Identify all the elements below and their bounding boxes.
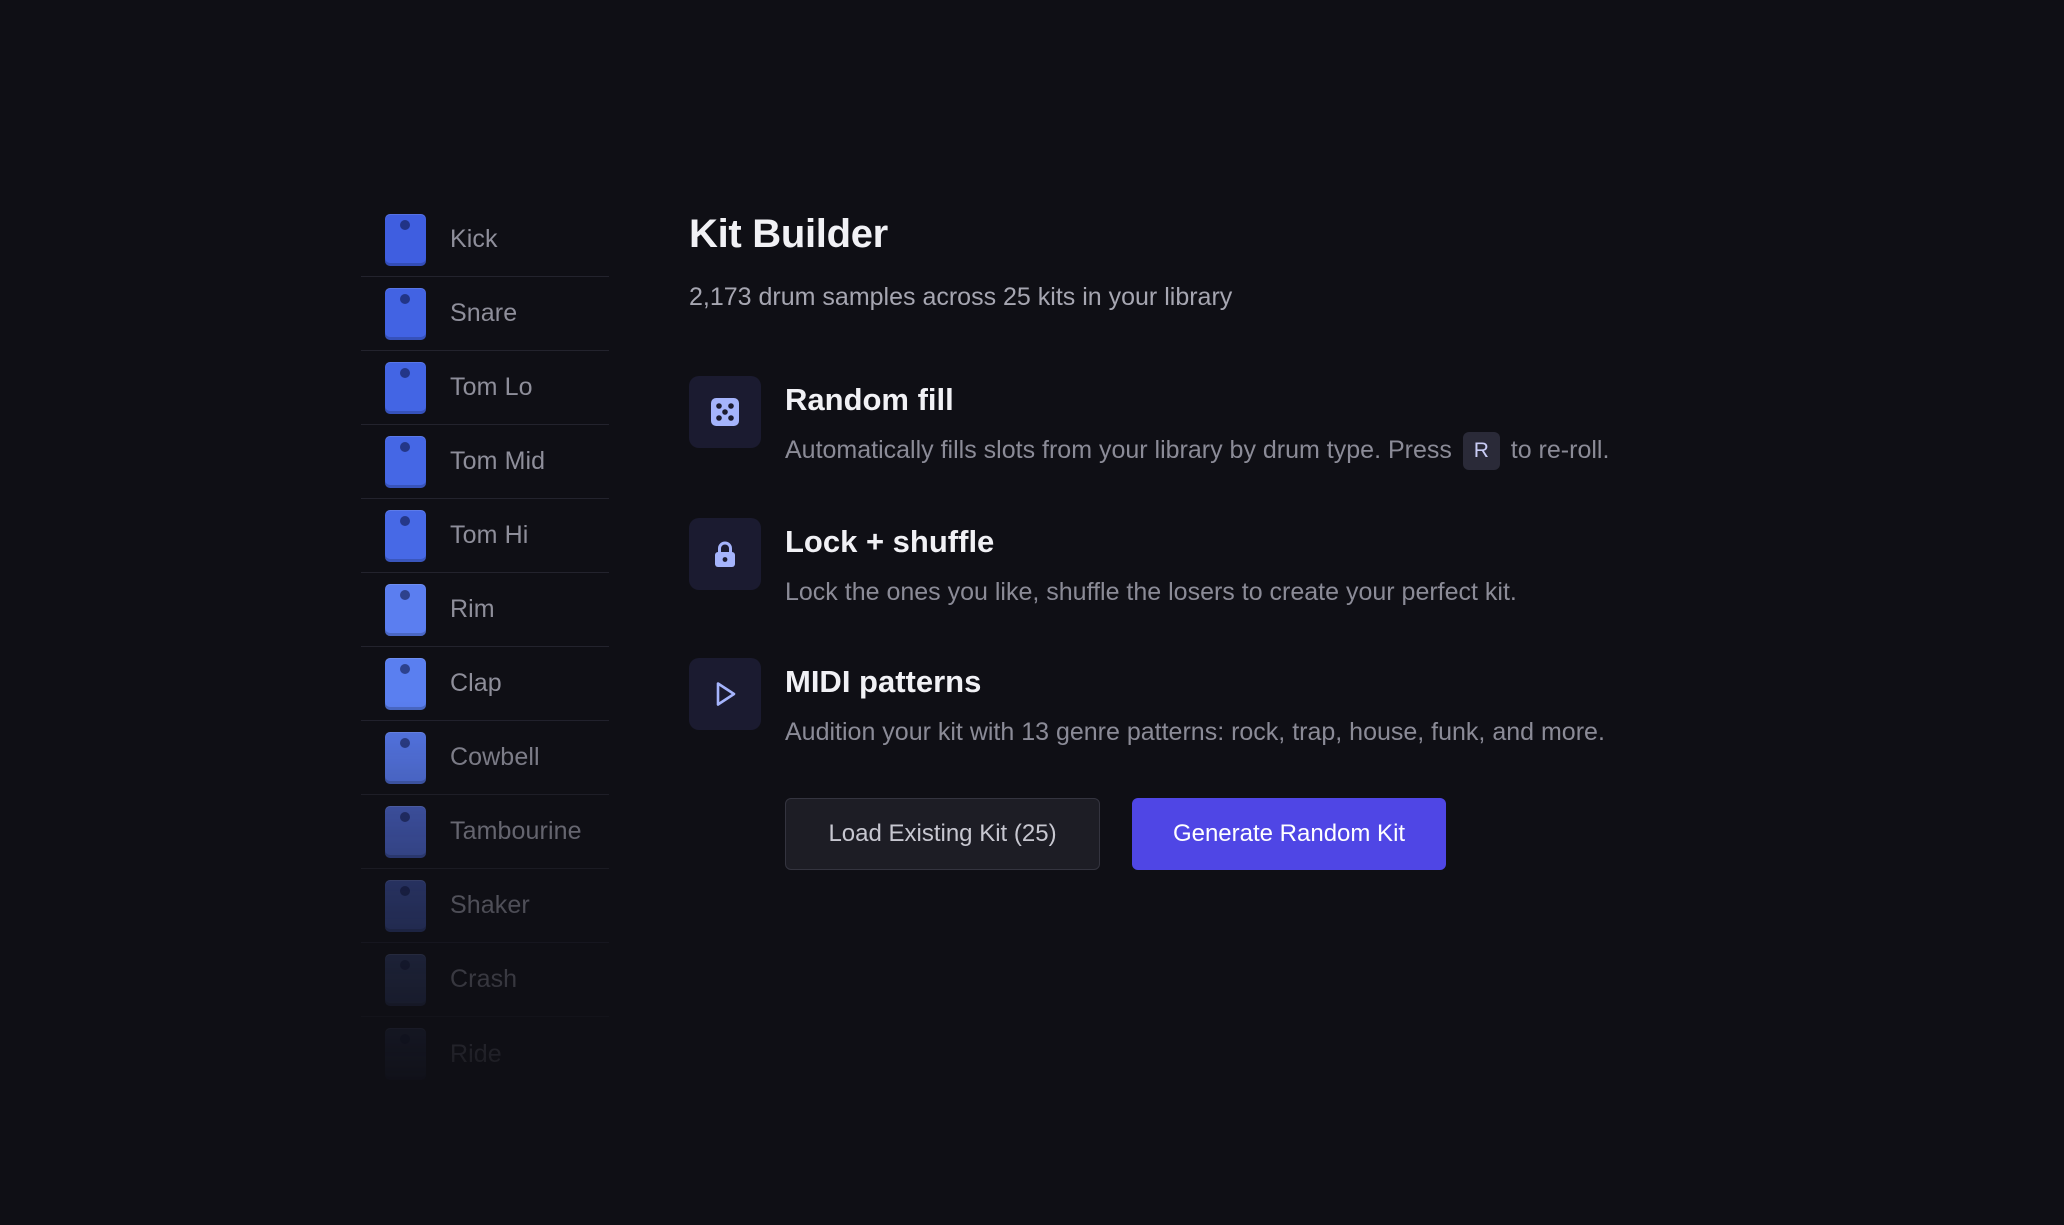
- drum-slot-tom-hi[interactable]: Tom Hi: [361, 499, 609, 573]
- drum-slot-label: Snare: [450, 299, 518, 327]
- pad-dot: [400, 663, 410, 674]
- feature-random-fill: Random fill Automatically fills slots fr…: [689, 376, 1789, 471]
- dice-icon: [689, 376, 761, 448]
- drum-pad[interactable]: [385, 435, 426, 488]
- drum-pad[interactable]: [385, 879, 426, 932]
- drum-pad[interactable]: [385, 213, 426, 266]
- drum-slot-shaker[interactable]: Shaker: [361, 869, 609, 943]
- pad-dot: [400, 589, 410, 600]
- generate-random-kit-button[interactable]: Generate Random Kit: [1132, 798, 1446, 871]
- drum-slot-crash[interactable]: Crash: [361, 943, 609, 1017]
- drum-slot-label: Tom Hi: [450, 521, 529, 549]
- pad-dot: [400, 1034, 410, 1044]
- drum-slot-label: Kick: [450, 225, 498, 253]
- drum-slot-clap[interactable]: Clap: [361, 647, 609, 721]
- drum-slot-label: Shaker: [450, 891, 530, 919]
- drum-slot-tom-mid[interactable]: Tom Mid: [361, 425, 609, 499]
- drum-slot-label: Crash: [450, 965, 518, 993]
- drum-pad[interactable]: [385, 361, 426, 414]
- drum-slot-list: Kick Snare Tom Lo Tom Mid Tom Hi Rim Cla…: [361, 203, 609, 1091]
- page-title: Kit Builder: [689, 212, 888, 256]
- drum-slot-label: Tom Lo: [450, 373, 533, 401]
- load-existing-kit-button[interactable]: Load Existing Kit (25): [785, 798, 1100, 871]
- drum-pad[interactable]: [385, 509, 426, 562]
- feature-list: Random fill Automatically fills slots fr…: [689, 376, 1789, 750]
- feature-title: Lock + shuffle: [785, 524, 995, 560]
- pad-dot: [400, 811, 410, 822]
- play-icon-graphic: [716, 682, 736, 707]
- drum-slot-cowbell[interactable]: Cowbell: [361, 721, 609, 795]
- drum-slot-label: Ride: [450, 1039, 502, 1068]
- drum-pad[interactable]: [385, 953, 426, 1006]
- action-bar: Load Existing Kit (25) Generate Random K…: [785, 798, 1789, 871]
- drum-slot-label: Rim: [450, 595, 495, 623]
- drum-slot-tom-lo[interactable]: Tom Lo: [361, 351, 609, 425]
- drum-pad[interactable]: [385, 1028, 426, 1080]
- drum-slot-tambourine[interactable]: Tambourine: [361, 795, 609, 869]
- drum-slot-label: Clap: [450, 669, 502, 697]
- pad-dot: [400, 219, 410, 230]
- pad-dot: [400, 441, 410, 452]
- drum-slot-label: Tom Mid: [450, 447, 546, 475]
- lock-icon: [689, 518, 761, 591]
- drum-pad[interactable]: [385, 731, 426, 784]
- feature-title: MIDI patterns: [785, 664, 982, 700]
- dice-icon-graphic: [711, 398, 739, 426]
- feature-body: Random fill Automatically fills slots fr…: [785, 376, 1610, 471]
- pad-dot: [400, 515, 410, 526]
- play-icon: [689, 658, 761, 731]
- pad-dot: [400, 367, 410, 378]
- pad-dot: [400, 885, 410, 896]
- drum-pad[interactable]: [385, 287, 426, 340]
- pad-dot: [400, 737, 410, 748]
- feature-body: MIDI patterns Audition your kit with 13 …: [785, 658, 1605, 750]
- drum-pad[interactable]: [385, 583, 426, 636]
- feature-description: Lock the ones you like, shuffle the lose…: [785, 578, 1517, 607]
- drum-pad[interactable]: [385, 657, 426, 710]
- library-summary: 2,173 drum samples across 25 kits in you…: [689, 283, 1233, 311]
- drum-slot-kick[interactable]: Kick: [361, 203, 609, 277]
- kit-builder-screen: Kick Snare Tom Lo Tom Mid Tom Hi Rim Cla…: [0, 0, 2064, 1225]
- drum-slot-label: Cowbell: [450, 743, 540, 771]
- drum-slot-label: Tambourine: [450, 817, 582, 845]
- feature-description-text: Automatically fills slots from your libr…: [785, 436, 1452, 464]
- drum-slot-ride[interactable]: Ride: [361, 1017, 609, 1091]
- drum-pad[interactable]: [385, 805, 426, 858]
- pad-dot: [400, 959, 410, 970]
- feature-description: Automatically fills slots from your libr…: [785, 432, 1610, 471]
- feature-lock-shuffle: Lock + shuffle Lock the ones you like, s…: [689, 518, 1789, 610]
- pad-dot: [400, 293, 410, 304]
- kit-builder-panel: Kit Builder 2,173 drum samples across 25…: [689, 212, 1789, 871]
- feature-description: Audition your kit with 13 genre patterns…: [785, 718, 1605, 747]
- feature-body: Lock + shuffle Lock the ones you like, s…: [785, 518, 1517, 610]
- feature-title: Random fill: [785, 382, 954, 417]
- feature-midi-patterns: MIDI patterns Audition your kit with 13 …: [689, 658, 1789, 750]
- drum-slot-rim[interactable]: Rim: [361, 573, 609, 647]
- feature-description-text: to re-roll.: [1510, 436, 1610, 464]
- drum-slot-snare[interactable]: Snare: [361, 277, 609, 351]
- lock-icon-graphic: [715, 541, 735, 568]
- reroll-key-hint: R: [1462, 432, 1500, 471]
